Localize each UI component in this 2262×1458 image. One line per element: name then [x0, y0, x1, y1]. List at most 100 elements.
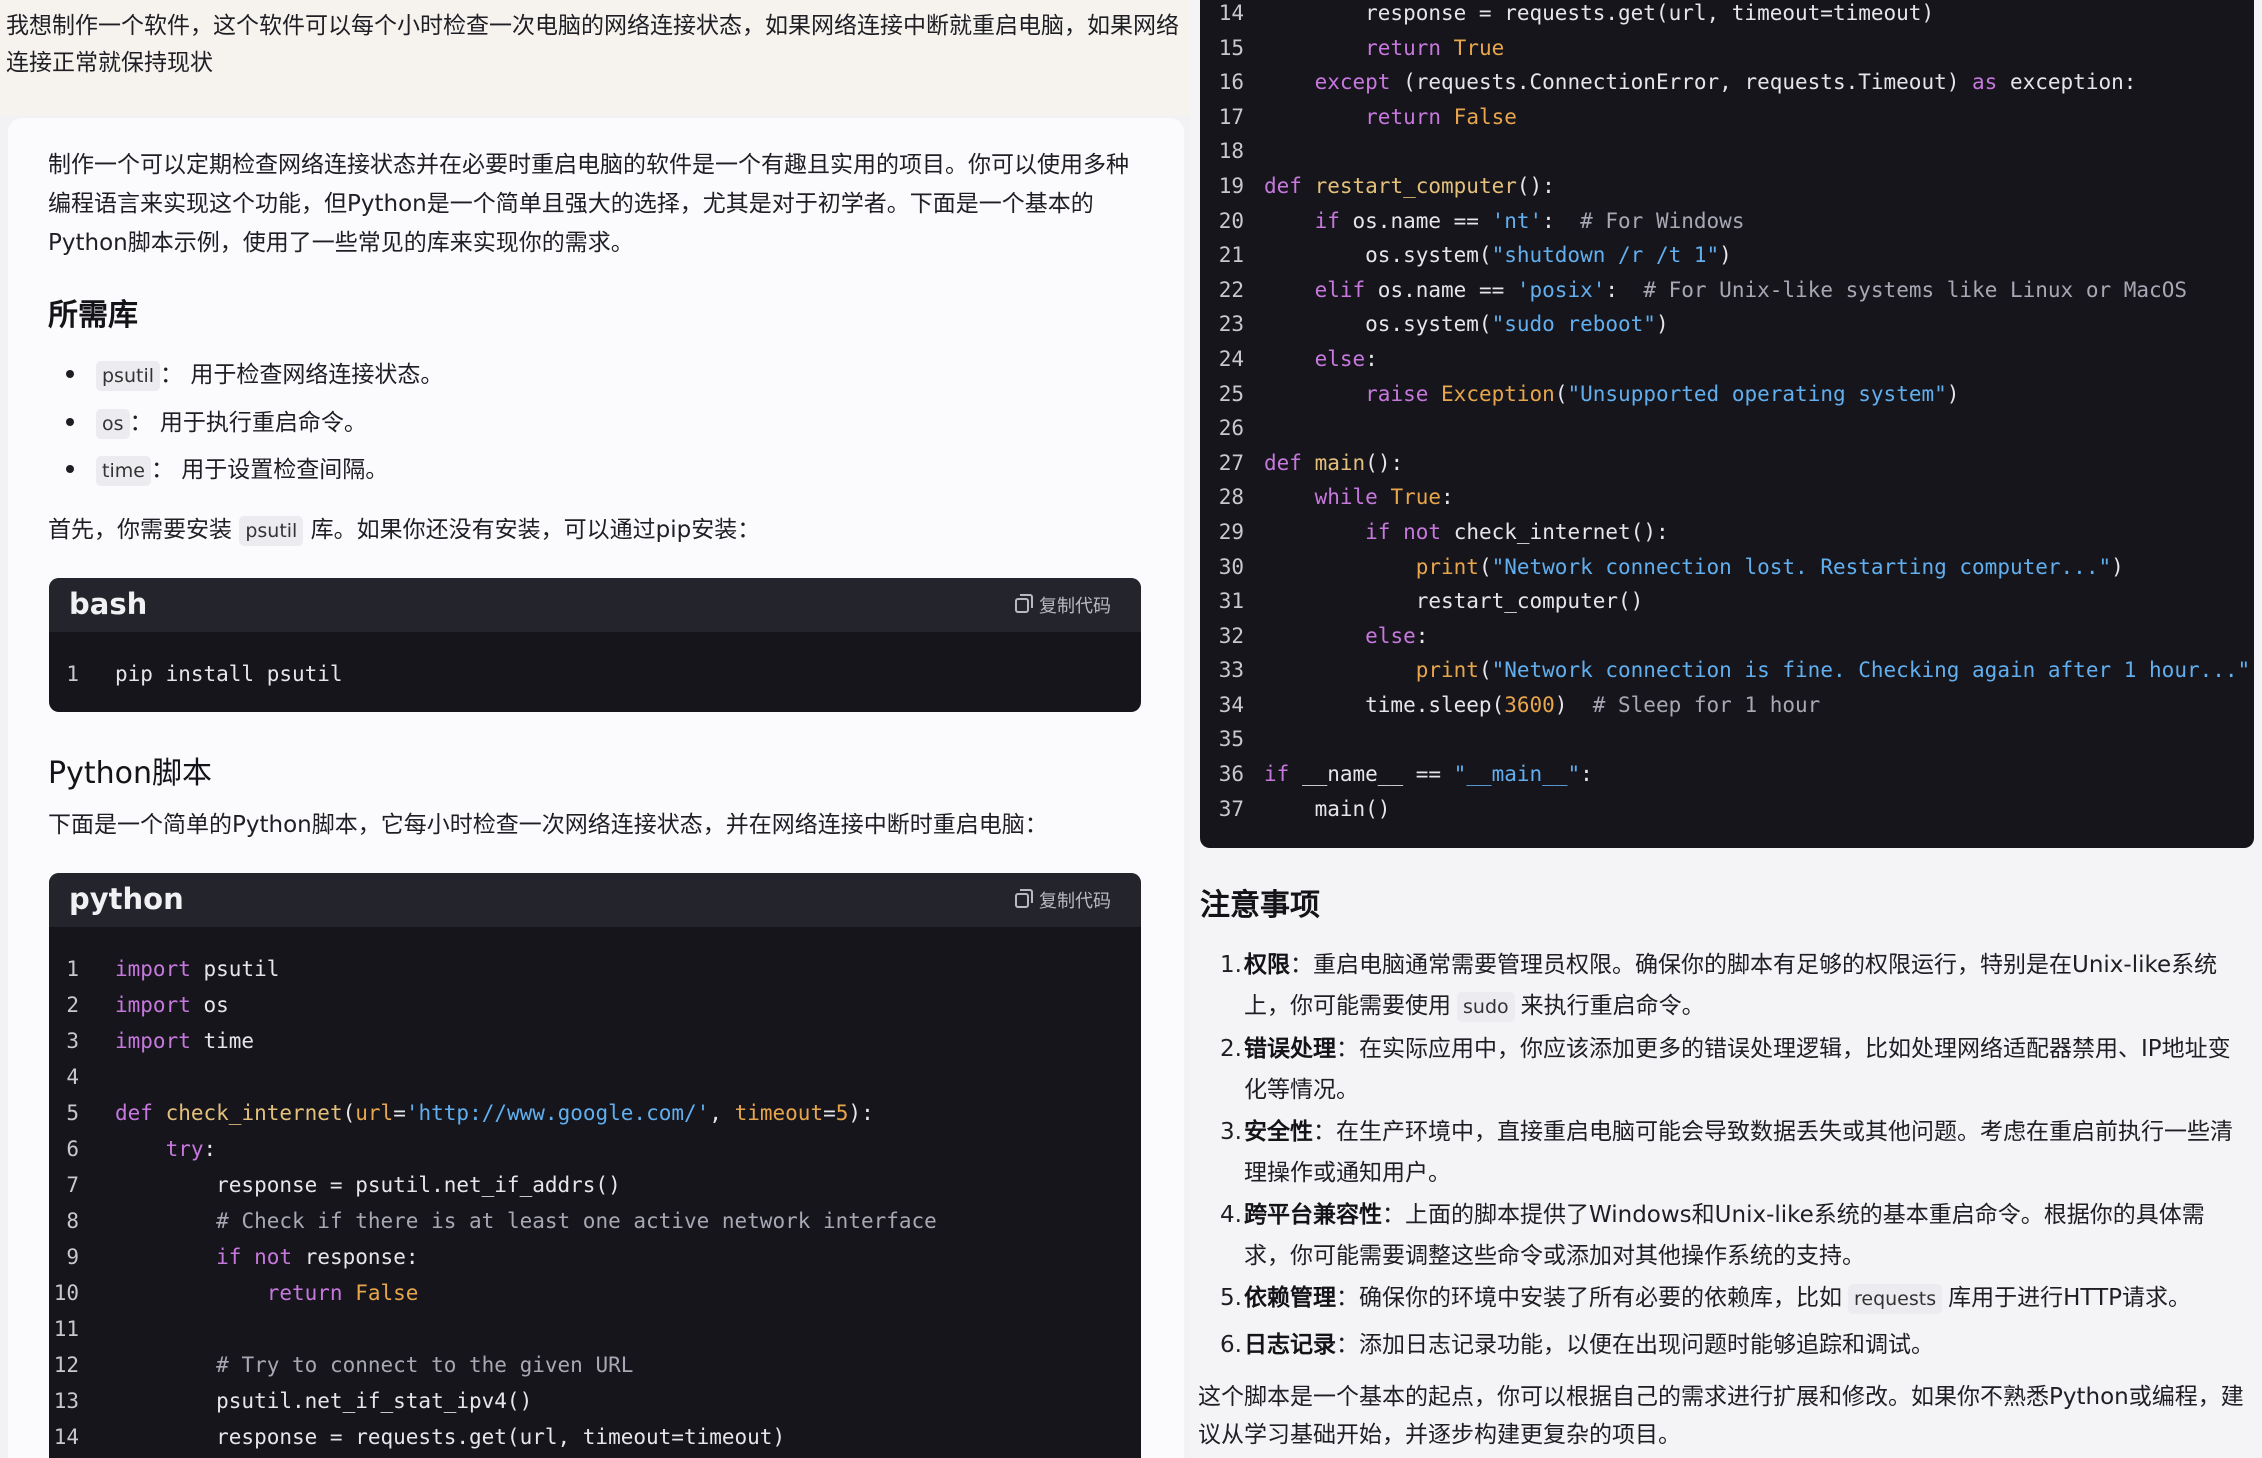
note-text: ：添加日志记录功能，以便在出现问题时能够追踪和调试。: [1336, 1332, 1934, 1358]
note-title: 日志记录: [1244, 1332, 1336, 1358]
bash-code-block: bash 复制代码 1 pip install psutil: [49, 578, 1141, 712]
code-text: return False: [1365, 104, 1517, 129]
code-line: 24 else:: [1200, 342, 1378, 377]
line-number: 14: [53, 1425, 79, 1449]
note-title: 权限: [1244, 952, 1290, 978]
note-body: 错误处理：在实际应用中，你应该添加更多的错误处理逻辑，比如处理网络适配器禁用、I…: [1244, 1029, 2244, 1111]
code-line: 32 else:: [1200, 619, 1429, 654]
copy-icon: [1015, 593, 1033, 613]
code-line: 31 restart_computer(): [1200, 584, 1644, 619]
closing-paragraph: 这个脚本是一个基本的起点，你可以根据自己的需求进行扩展和修改。如果你不熟悉Pyt…: [1198, 1384, 2244, 1448]
note-body: 依赖管理：确保你的环境中安装了所有必要的依赖库，比如 requests 库用于进行H…: [1244, 1278, 2244, 1319]
code-line: 21 os.system("shutdown /r /t 1"): [1200, 238, 1732, 273]
code-line: 5 def check_internet(url='http://www.goog…: [49, 1095, 873, 1131]
line-number: 12: [53, 1353, 79, 1377]
code-line: 14 response = requests.get(url, timeout=…: [1200, 0, 1934, 31]
code-text: pip install psutil: [115, 662, 343, 686]
note-number: 5.: [1220, 1285, 1242, 1311]
line-number: 20: [1218, 208, 1244, 233]
note-number: 1.: [1220, 952, 1242, 978]
code-text: main(): [1264, 796, 1391, 821]
note-text: ：在生产环境中，直接重启电脑可能会导致数据丢失或其他问题。考虑在重启前执行一些清…: [1244, 1119, 2233, 1186]
line-number: 17: [1218, 104, 1244, 129]
note-text: ：在实际应用中，你应该添加更多的错误处理逻辑，比如处理网络适配器禁用、IP地址变…: [1244, 1036, 2231, 1103]
code-text: def check_internet(url='http://www.googl…: [115, 1101, 874, 1125]
note-text: ：确保你的环境中安装了所有必要的依赖库，比如: [1336, 1285, 1842, 1311]
line-number: 9: [66, 1245, 79, 1269]
code-line: 34 time.sleep(3600) # Sleep for 1 hour: [1200, 688, 1821, 723]
code-text: restart_computer(): [1264, 589, 1644, 614]
user-message: 我想制作一个软件，这个软件可以每个小时检查一次电脑的网络连接状态，如果网络连接中…: [0, 0, 1190, 116]
code-line: 7 response = psutil.net_if_addrs(): [49, 1167, 620, 1203]
libs-heading: 所需库: [48, 298, 138, 333]
code-text: import os: [115, 993, 229, 1017]
code-text: os.system("shutdown /r /t 1"): [1264, 243, 1732, 268]
code-line: 17 return False: [1200, 100, 1517, 135]
code-line: 1 import psutil: [49, 951, 279, 987]
line-number: 30: [1218, 554, 1244, 579]
code-line: 9 if not response:: [49, 1239, 418, 1275]
code-line: 30 print("Network connection lost. Resta…: [1200, 550, 2124, 585]
note-number: 2.: [1220, 1036, 1242, 1062]
code-line: 23 os.system("sudo reboot"): [1200, 307, 1669, 342]
list-item-text: ： 用于检查网络连接状态。: [160, 362, 444, 388]
copy-code-label: 复制代码: [1039, 596, 1111, 617]
code-line: 25 raise Exception("Unsupported operatin…: [1200, 377, 1960, 412]
code-text: if not response:: [216, 1245, 419, 1269]
code-header: bash 复制代码: [49, 578, 1141, 632]
code-text: else:: [1365, 623, 1429, 648]
line-number: 31: [1218, 589, 1244, 614]
line-number: 2: [66, 993, 79, 1017]
code-text: def main():: [1264, 450, 1404, 475]
inline-code: psutil: [96, 361, 161, 391]
code-text: import psutil: [115, 957, 280, 981]
code-text: return False: [266, 1281, 419, 1305]
code-text: os.system("sudo reboot"): [1264, 312, 1669, 337]
intro-paragraph: 制作一个可以定期检查网络连接状态并在必要时重启电脑的软件是一个有趣且实用的项目。…: [48, 152, 1129, 256]
python-code-block-continued: 14 response = requests.get(url, timeout=…: [1200, 0, 2254, 848]
line-number: 10: [53, 1281, 79, 1305]
inline-code: psutil: [239, 516, 304, 546]
code-header: python 复制代码: [49, 873, 1141, 927]
code-text: psutil.net_if_stat_ipv4(): [115, 1389, 533, 1413]
line-number: 33: [1218, 658, 1244, 683]
code-text: print("Network connection is fine. Check…: [1415, 658, 2254, 683]
copy-code-button[interactable]: 复制代码: [1015, 887, 1111, 913]
line-number: 8: [66, 1209, 79, 1233]
code-text: response = psutil.net_if_addrs(): [115, 1173, 621, 1197]
line-number: 19: [1218, 173, 1244, 198]
note-text: 库用于进行HTTP请求。: [1948, 1285, 2191, 1311]
code-line: 3 import time: [49, 1023, 254, 1059]
code-line: 4: [49, 1059, 79, 1095]
code-text: if __name__ == "__main__":: [1264, 762, 1593, 787]
line-number: 24: [1218, 346, 1244, 371]
code-line: 16 except (requests.ConnectionError, req…: [1200, 65, 2137, 100]
note-body: 权限：重启电脑通常需要管理员权限。确保你的脚本有足够的权限运行，特别是在Unix…: [1244, 945, 2244, 1027]
note-body: 日志记录：添加日志记录功能，以便在出现问题时能够追踪和调试。: [1244, 1325, 2244, 1366]
code-line: 1 pip install psutil: [49, 656, 342, 692]
note-body: 跨平台兼容性：上面的脚本提供了Windows和Unix-like系统的基本重启命…: [1244, 1195, 2244, 1277]
script-description: 下面是一个简单的Python脚本，它每小时检查一次网络连接状态，并在网络连接中断…: [48, 812, 1048, 838]
code-line: 35: [1200, 722, 1244, 757]
code-lines: 1 pip install psutil: [49, 656, 342, 692]
script-heading: Python脚本: [48, 756, 212, 791]
copy-icon: [1015, 888, 1033, 908]
line-number: 35: [1218, 727, 1244, 752]
note-number: 3.: [1220, 1119, 1242, 1145]
line-number: 16: [1218, 70, 1244, 95]
code-line: 14 response = requests.get(url, timeout=…: [49, 1419, 785, 1455]
code-lines: 14 response = requests.get(url, timeout=…: [1200, 0, 2254, 826]
code-line: 36 if __name__ == "__main__":: [1200, 757, 1593, 792]
line-number: 11: [53, 1317, 79, 1341]
code-text: # Check if there is at least one active …: [216, 1209, 937, 1233]
copy-code-button[interactable]: 复制代码: [1015, 592, 1111, 618]
line-number: 13: [53, 1389, 79, 1413]
line-number: 7: [66, 1173, 79, 1197]
line-number: 1: [66, 957, 79, 981]
copy-code-label: 复制代码: [1039, 891, 1111, 912]
note-text: ：上面的脚本提供了Windows和Unix-like系统的基本重启命令。根据你的…: [1244, 1202, 2205, 1269]
line-number: 4: [66, 1065, 79, 1089]
note-number: 6.: [1220, 1332, 1242, 1358]
line-number: 36: [1218, 762, 1244, 787]
code-text: response = requests.get(url, timeout=tim…: [1264, 1, 1935, 25]
